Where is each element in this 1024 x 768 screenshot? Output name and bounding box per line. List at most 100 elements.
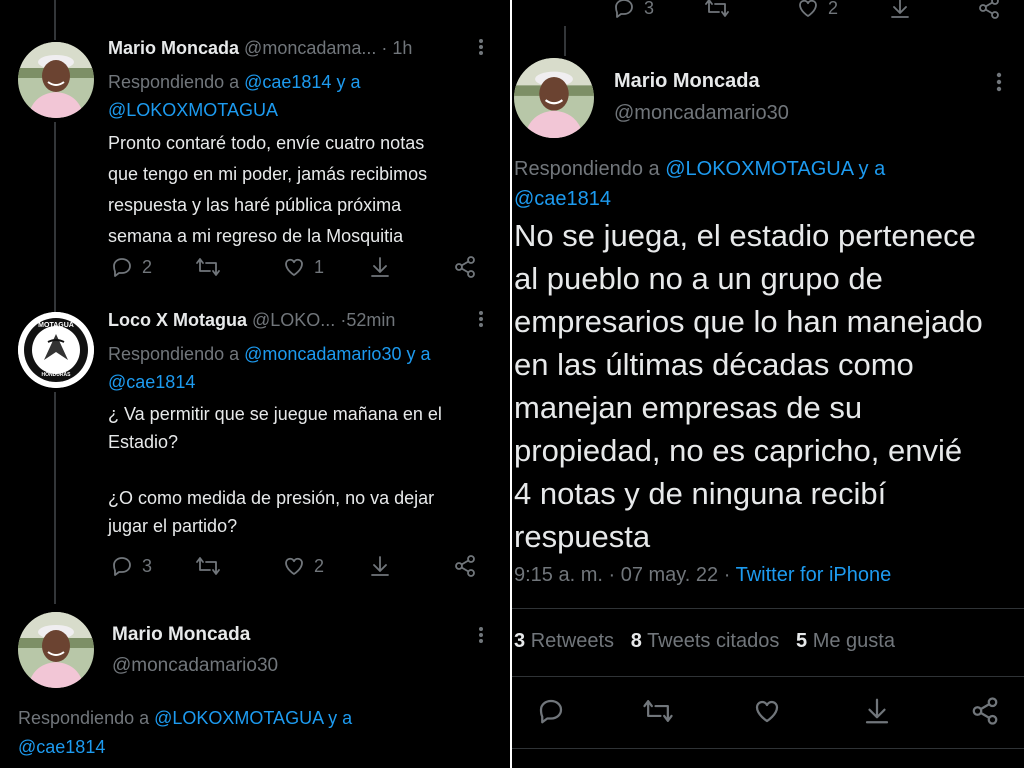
tweet-timestamp: 9:15 a. m. · 07 may. 22 · Twitter for iP… bbox=[514, 564, 891, 587]
reply-icon bbox=[539, 699, 563, 724]
user-handle[interactable]: @LOKO... bbox=[252, 310, 335, 330]
retweet-button[interactable] bbox=[704, 0, 730, 20]
display-name[interactable]: Mario Moncada bbox=[108, 38, 239, 58]
timestamp[interactable]: 9:15 a. m. · 07 may. 22 · bbox=[514, 564, 736, 586]
like-count: 2 bbox=[314, 555, 325, 576]
download-icon bbox=[371, 257, 389, 277]
thread-line bbox=[54, 392, 56, 604]
reply-icon bbox=[113, 557, 131, 576]
more-icon[interactable] bbox=[478, 310, 484, 332]
display-name[interactable]: Mario Moncada bbox=[614, 70, 760, 93]
timestamp[interactable]: 1h bbox=[392, 38, 412, 58]
download-icon bbox=[891, 0, 909, 18]
like-icon bbox=[755, 700, 779, 723]
like-count: 2 bbox=[828, 0, 839, 18]
mention-link[interactable]: @cae1814 bbox=[18, 737, 105, 757]
retweet-button[interactable] bbox=[642, 696, 674, 726]
retweets-count: 3 bbox=[514, 630, 526, 652]
retweet-button[interactable] bbox=[195, 554, 221, 578]
divider bbox=[512, 748, 1024, 749]
share-icon bbox=[455, 256, 475, 278]
divider bbox=[512, 676, 1024, 677]
mention-link[interactable]: @LOKOXMOTAGUA bbox=[154, 708, 323, 728]
display-name[interactable]: Mario Moncada bbox=[112, 624, 250, 646]
like-count: 1 bbox=[314, 256, 325, 277]
replying-to: Respondiendo a @LOKOXMOTAGUA y a @cae181… bbox=[514, 158, 886, 210]
user-handle[interactable]: @moncadamario30 bbox=[614, 102, 789, 125]
likes-stat[interactable]: 5 Me gusta bbox=[796, 630, 895, 652]
quotes-stat[interactable]: 8 Tweets citados bbox=[631, 630, 780, 652]
retweet-icon bbox=[643, 700, 673, 722]
right-screenshot-pane: 3 2 Mario Moncada @moncadamario30 Respon… bbox=[512, 0, 1024, 768]
mention-link[interactable]: @cae1814 bbox=[244, 72, 331, 92]
user-handle[interactable]: @moncadamario30 bbox=[112, 655, 278, 677]
like-icon bbox=[799, 0, 817, 17]
more-icon[interactable] bbox=[996, 72, 1002, 96]
tweet-source[interactable]: Twitter for iPhone bbox=[736, 564, 892, 586]
retweets-label: Retweets bbox=[530, 630, 615, 652]
quotes-count: 8 bbox=[630, 630, 642, 652]
share-icon bbox=[979, 0, 999, 19]
download-icon bbox=[865, 698, 889, 724]
logo-text-top: MOTAGUA bbox=[38, 322, 74, 329]
thread-line bbox=[54, 0, 56, 40]
like-button[interactable]: 2 bbox=[796, 0, 838, 20]
like-button[interactable]: 1 bbox=[282, 255, 324, 279]
share-button[interactable] bbox=[977, 0, 1001, 20]
divider bbox=[512, 608, 1024, 609]
reply-count: 3 bbox=[644, 0, 655, 18]
share-icon bbox=[972, 697, 998, 725]
retweets-stat[interactable]: 3 Retweets bbox=[514, 630, 614, 652]
mention-link[interactable]: @moncadamario30 bbox=[244, 344, 401, 364]
mention-link[interactable]: @LOKOXMOTAGUA bbox=[108, 100, 278, 120]
mention-link[interactable]: @LOKOXMOTAGUA bbox=[665, 158, 853, 180]
share-button[interactable] bbox=[453, 554, 477, 578]
replying-to: Respondiendo a @moncadamario30 y a @cae1… bbox=[108, 344, 431, 392]
reply-icon bbox=[113, 258, 131, 277]
share-button[interactable] bbox=[453, 255, 477, 279]
reply-count: 2 bbox=[142, 256, 153, 277]
reply-button[interactable]: 3 bbox=[110, 554, 152, 578]
tweet-text: No se juega, el estadio pertenece al pue… bbox=[514, 218, 983, 554]
avatar[interactable] bbox=[18, 42, 94, 118]
tweet-text: Pronto contaré todo, envíe cuatro notas … bbox=[108, 133, 428, 246]
likes-count: 5 bbox=[796, 630, 808, 652]
download-button[interactable] bbox=[862, 696, 892, 726]
thread-line bbox=[54, 122, 56, 312]
thread-line bbox=[564, 26, 566, 56]
retweet-button[interactable] bbox=[195, 255, 221, 279]
reply-button[interactable] bbox=[536, 696, 566, 726]
avatar[interactable] bbox=[18, 612, 94, 688]
reply-count: 3 bbox=[142, 555, 153, 576]
avatar[interactable]: MOTAGUA HONDURAS bbox=[18, 312, 94, 388]
likes-label: Me gusta bbox=[812, 630, 895, 652]
mention-link[interactable]: @cae1814 bbox=[514, 188, 611, 210]
retweet-icon bbox=[196, 557, 220, 575]
retweet-icon bbox=[196, 258, 220, 276]
tweet-header: Mario Moncada @moncadama... · 1h bbox=[108, 38, 412, 59]
share-button[interactable] bbox=[970, 696, 1000, 726]
like-icon bbox=[285, 258, 303, 276]
download-button[interactable] bbox=[888, 0, 912, 20]
reply-icon bbox=[615, 0, 633, 18]
more-icon[interactable] bbox=[478, 626, 484, 648]
logo-text-bottom: HONDURAS bbox=[41, 372, 71, 378]
tweet-stats: 3 Retweets 8 Tweets citados 5 Me gusta bbox=[514, 630, 895, 653]
download-button[interactable] bbox=[368, 554, 392, 578]
reply-button[interactable]: 2 bbox=[110, 255, 152, 279]
more-icon[interactable] bbox=[478, 38, 484, 60]
reply-button[interactable]: 3 bbox=[612, 0, 654, 20]
avatar[interactable] bbox=[514, 58, 594, 138]
retweet-icon bbox=[705, 0, 729, 17]
like-button[interactable] bbox=[752, 696, 782, 726]
replying-to: Respondiendo a @LOKOXMOTAGUA y a @cae181… bbox=[18, 708, 353, 757]
mention-link[interactable]: @cae1814 bbox=[108, 372, 195, 392]
download-icon bbox=[371, 556, 389, 576]
like-button[interactable]: 2 bbox=[282, 554, 324, 578]
download-button[interactable] bbox=[368, 255, 392, 279]
tweet-header: Loco X Motagua @LOKO... ·52min bbox=[108, 310, 395, 331]
like-icon bbox=[285, 557, 303, 575]
timestamp[interactable]: 52min bbox=[346, 310, 395, 330]
user-handle[interactable]: @moncadama... bbox=[244, 38, 376, 58]
display-name[interactable]: Loco X Motagua bbox=[108, 310, 247, 330]
